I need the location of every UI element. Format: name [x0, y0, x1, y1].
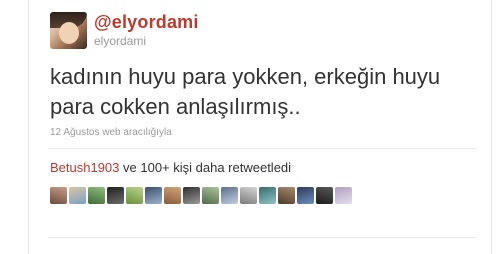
retweeter-avatar[interactable]: [50, 187, 67, 204]
retweeter-avatar[interactable]: [88, 187, 105, 204]
retweeter-avatar[interactable]: [221, 187, 238, 204]
retweeter-avatar[interactable]: [335, 187, 352, 204]
user-avatar[interactable]: [50, 12, 87, 49]
retweeter-avatar[interactable]: [126, 187, 143, 204]
tweet-text-line: para cokken anlaşılırmış..: [50, 94, 301, 119]
tweet-text-line: kadının huyu para yokken, erkeğin huyu: [50, 64, 441, 89]
retweeter-avatar[interactable]: [69, 187, 86, 204]
retweeter-avatar[interactable]: [183, 187, 200, 204]
retweeter-avatar[interactable]: [107, 187, 124, 204]
retweeter-avatar[interactable]: [278, 187, 295, 204]
retweeter-avatar[interactable]: [316, 187, 333, 204]
retweeter-avatar[interactable]: [164, 187, 181, 204]
user-handle[interactable]: elyordami: [94, 34, 146, 48]
retweeter-avatar[interactable]: [145, 187, 162, 204]
tweet-text: kadının huyu para yokken, erkeğin huyu p…: [50, 62, 470, 122]
divider: [48, 148, 476, 149]
retweeter-avatar[interactable]: [297, 187, 314, 204]
retweeter-avatars: [50, 187, 352, 207]
tweet-meta[interactable]: 12 Ağustos web aracılığıyla: [50, 127, 172, 138]
avatar-face: [59, 22, 79, 44]
retweeter-avatar[interactable]: [259, 187, 276, 204]
username-link[interactable]: @elyordami: [94, 12, 199, 33]
retweet-summary: Betush1903 ve 100+ kişi daha retweetledi: [50, 160, 291, 175]
retweeter-link[interactable]: Betush1903: [50, 160, 119, 175]
retweeter-avatar[interactable]: [202, 187, 219, 204]
retweeter-avatar[interactable]: [240, 187, 257, 204]
retweet-count-text: ve 100+ kişi daha retweetledi: [119, 160, 292, 175]
divider: [48, 237, 476, 238]
